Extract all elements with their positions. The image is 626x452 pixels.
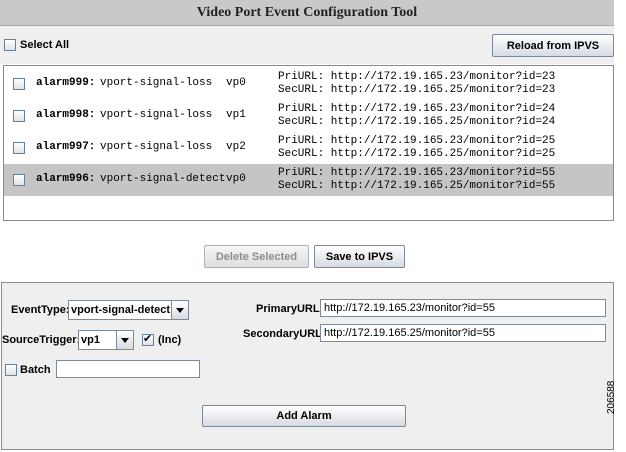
row-checkbox[interactable]: [13, 174, 25, 186]
primary-url-label: PrimaryURL:: [256, 303, 324, 315]
secondary-url-label: SecondaryURL:: [243, 328, 326, 340]
alarm-port: vp1: [226, 109, 246, 121]
alarm-primary-url: PriURL: http://172.19.165.23/monitor?id=…: [278, 103, 556, 115]
alarm-row[interactable]: alarm999: vport-signal-loss vp0 PriURL: …: [4, 68, 613, 100]
batch-label: Batch: [20, 364, 51, 376]
row-checkbox[interactable]: [13, 78, 25, 90]
event-type-label: EventType:: [11, 304, 70, 316]
event-type-value: vport-signal-detect: [71, 304, 171, 316]
primary-url-input[interactable]: http://172.19.165.23/monitor?id=55: [320, 299, 606, 317]
alarm-port: vp0: [226, 173, 246, 185]
row-checkbox[interactable]: [13, 142, 25, 154]
save-button-label: Save to IPVS: [325, 250, 394, 263]
alarm-primary-url: PriURL: http://172.19.165.23/monitor?id=…: [278, 71, 556, 83]
select-all-checkbox[interactable]: [4, 39, 16, 51]
alarm-event: vport-signal-loss: [100, 77, 213, 89]
app-title: Video Port Event Configuration Tool: [196, 4, 418, 20]
row-checkbox[interactable]: [13, 110, 25, 122]
alarm-event: vport-signal-detect: [100, 173, 226, 185]
alarm-secondary-url: SecURL: http://172.19.165.25/monitor?id=…: [278, 84, 556, 96]
source-trigger-value: vp1: [81, 334, 100, 346]
alarm-event: vport-signal-loss: [100, 109, 213, 121]
batch-input[interactable]: [56, 360, 200, 378]
alarm-event: vport-signal-loss: [100, 141, 213, 153]
chevron-down-icon[interactable]: [171, 301, 188, 319]
alarm-secondary-url: SecURL: http://172.19.165.25/monitor?id=…: [278, 116, 556, 128]
source-trigger-label: SourceTrigger:: [2, 334, 81, 346]
add-alarm-button-label: Add Alarm: [276, 410, 332, 422]
alarm-row[interactable]: alarm998: vport-signal-loss vp1 PriURL: …: [4, 100, 613, 132]
alarm-port: vp0: [226, 77, 246, 89]
alarm-name: alarm996:: [36, 173, 96, 185]
delete-selected-button[interactable]: Delete Selected: [204, 245, 309, 268]
select-all-label: Select All: [20, 39, 70, 51]
alarm-secondary-url: SecURL: http://172.19.165.25/monitor?id=…: [278, 180, 556, 192]
alarm-row-selected[interactable]: alarm996: vport-signal-detect vp0 PriURL…: [4, 164, 613, 196]
alarm-name: alarm998:: [36, 109, 96, 121]
delete-button-label: Delete Selected: [215, 250, 298, 263]
alarm-primary-url: PriURL: http://172.19.165.23/monitor?id=…: [278, 167, 556, 179]
batch-checkbox[interactable]: [5, 364, 17, 376]
chevron-down-icon[interactable]: [116, 331, 133, 349]
reload-from-ipvs-button[interactable]: Reload from IPVS: [492, 34, 614, 57]
secondary-url-input[interactable]: http://172.19.165.25/monitor?id=55: [320, 324, 606, 342]
alarm-name: alarm999:: [36, 77, 96, 89]
alarm-secondary-url: SecURL: http://172.19.165.25/monitor?id=…: [278, 148, 556, 160]
figure-number: 206588: [606, 380, 617, 414]
alarm-row[interactable]: alarm997: vport-signal-loss vp2 PriURL: …: [4, 132, 613, 164]
alarm-port: vp2: [226, 141, 246, 153]
select-all-toggle[interactable]: Select All: [4, 39, 69, 51]
save-to-ipvs-button[interactable]: Save to IPVS: [314, 245, 405, 268]
inc-label: (Inc): [158, 334, 182, 346]
alarm-list[interactable]: alarm999: vport-signal-loss vp0 PriURL: …: [3, 65, 614, 221]
event-type-dropdown[interactable]: vport-signal-detect: [68, 300, 189, 320]
inc-checkbox[interactable]: [142, 332, 154, 346]
source-trigger-dropdown[interactable]: vp1: [78, 330, 134, 350]
window-title-bar: Video Port Event Configuration Tool: [0, 0, 614, 26]
alarm-name: alarm997:: [36, 141, 96, 153]
alarm-primary-url: PriURL: http://172.19.165.23/monitor?id=…: [278, 135, 556, 147]
add-alarm-button[interactable]: Add Alarm: [202, 405, 406, 427]
reload-button-label: Reload from IPVS: [506, 39, 600, 52]
